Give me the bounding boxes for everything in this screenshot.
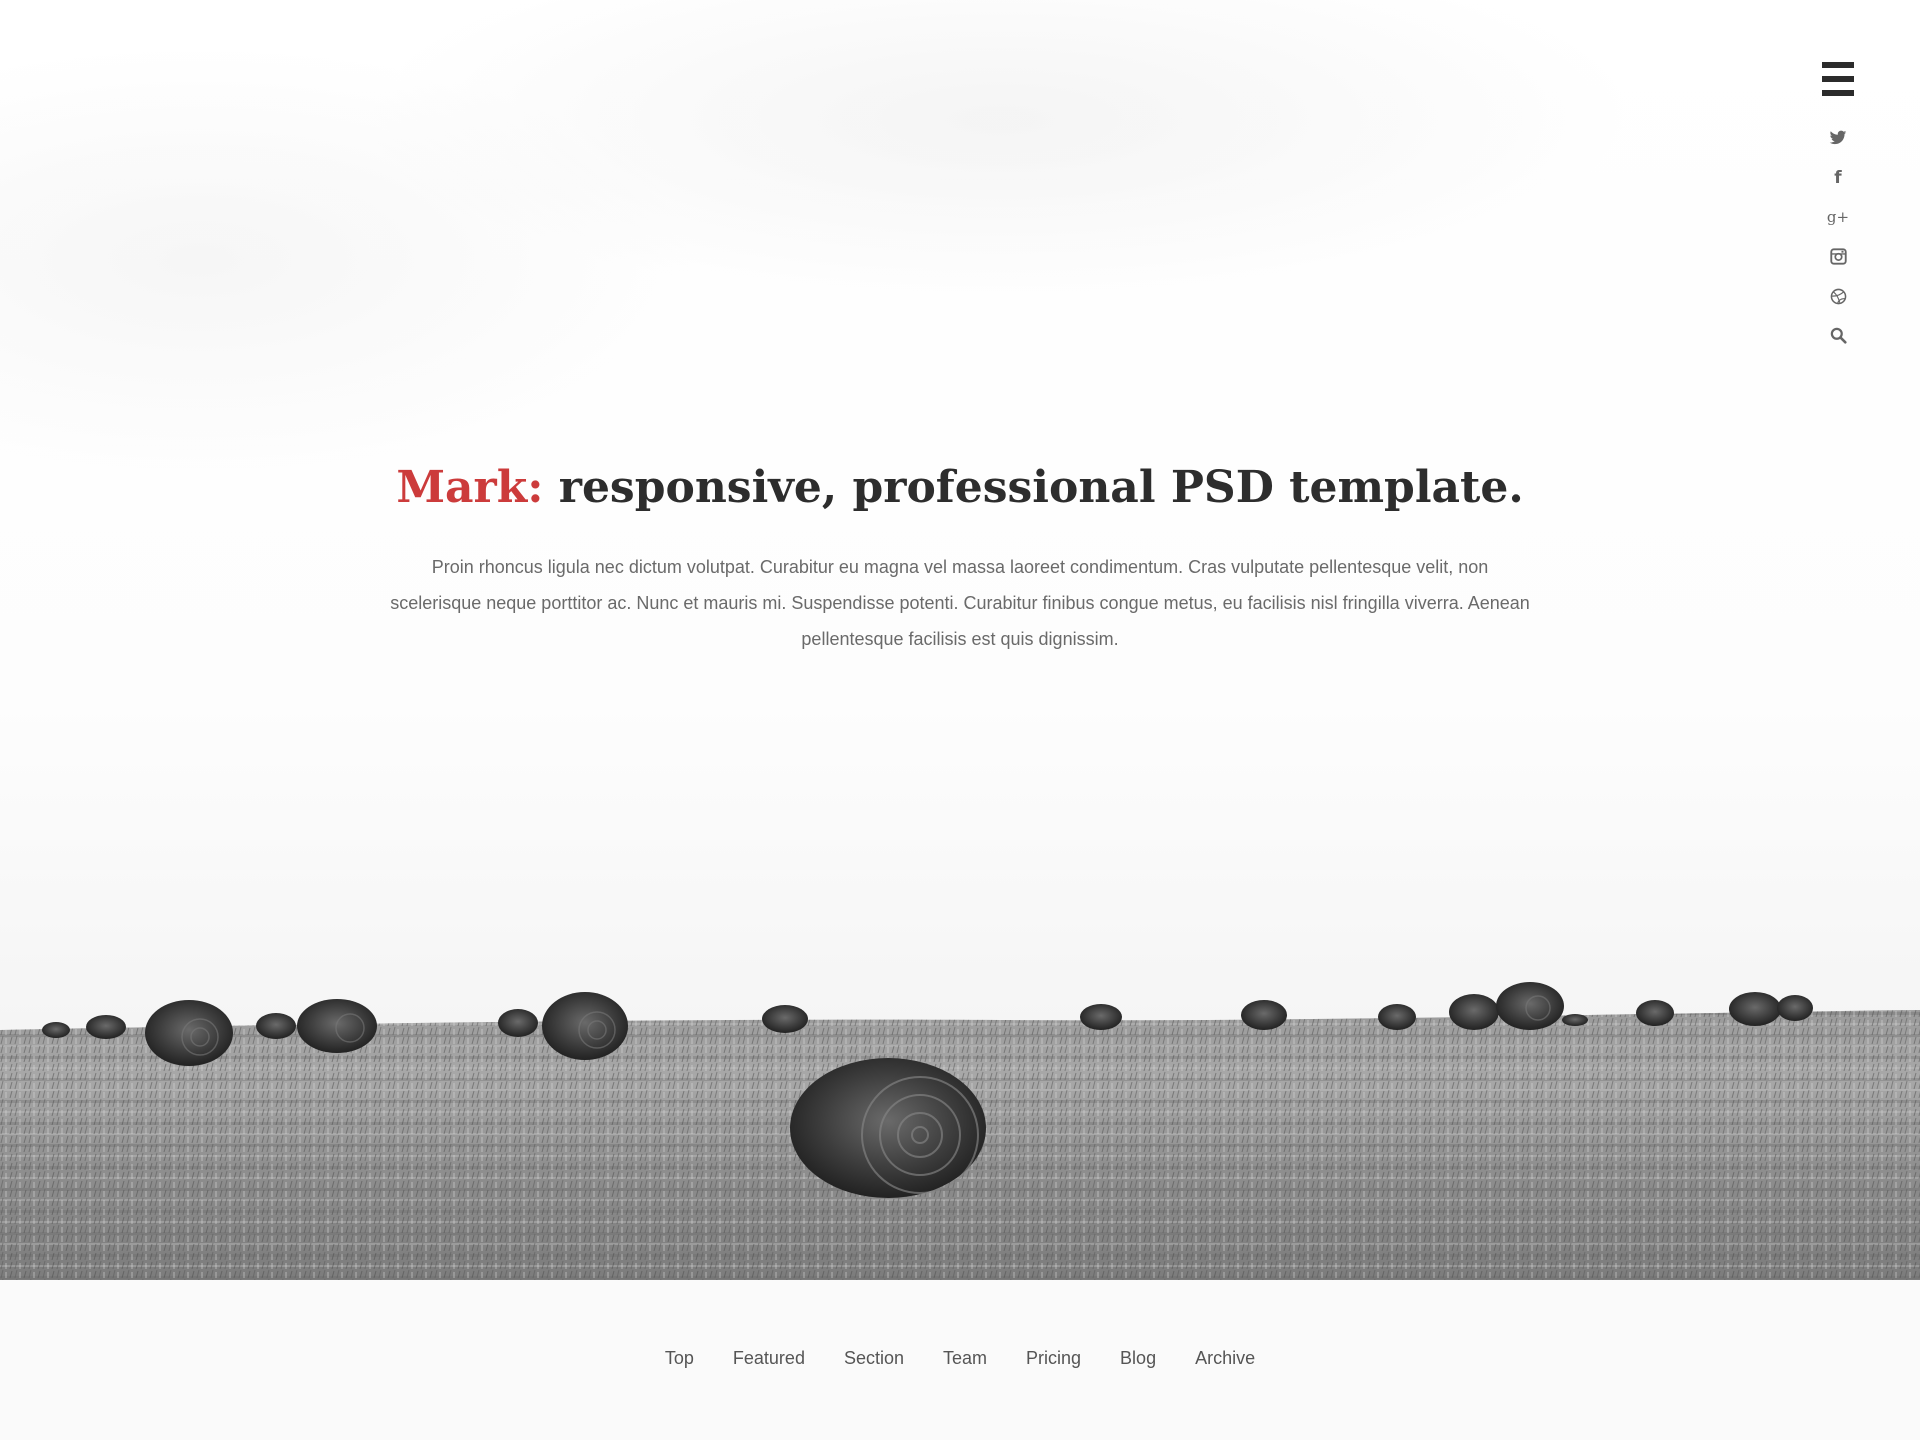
hero-title-accent: Mark: [396, 462, 544, 513]
hero-title-rest: responsive, professional PSD template. [543, 462, 1524, 513]
instagram-icon[interactable] [1826, 245, 1850, 269]
facebook-glyph: f [1834, 167, 1842, 188]
hero-lead-text: Proin rhoncus ligula nec dictum volutpat… [390, 557, 1530, 649]
google-plus-glyph: g+ [1826, 208, 1850, 227]
twitter-icon[interactable] [1826, 126, 1850, 150]
dribbble-icon[interactable] [1826, 284, 1850, 308]
footer-nav-archive[interactable]: Archive [1195, 1345, 1255, 1371]
footer-nav-top[interactable]: Top [665, 1345, 694, 1371]
footer-nav-list: Top Featured Section Team Pricing Blog A… [0, 1345, 1920, 1371]
footer-navigation: Top Featured Section Team Pricing Blog A… [0, 1280, 1920, 1440]
search-icon[interactable] [1826, 324, 1850, 348]
footer-nav-team[interactable]: Team [943, 1345, 987, 1371]
facebook-icon[interactable]: f [1826, 166, 1850, 190]
footer-nav-section[interactable]: Section [844, 1345, 904, 1371]
footer-nav-blog[interactable]: Blog [1120, 1345, 1156, 1371]
hamburger-menu-icon[interactable] [1822, 62, 1854, 96]
footer-nav-featured[interactable]: Featured [733, 1345, 805, 1371]
google-plus-icon[interactable]: g+ [1826, 205, 1850, 229]
social-icons-column: f g+ [1826, 126, 1850, 364]
hero-title: Mark: responsive, professional PSD templ… [0, 458, 1920, 518]
footer-nav-pricing[interactable]: Pricing [1026, 1345, 1081, 1371]
hero-section: Mark: responsive, professional PSD templ… [0, 0, 1920, 1280]
